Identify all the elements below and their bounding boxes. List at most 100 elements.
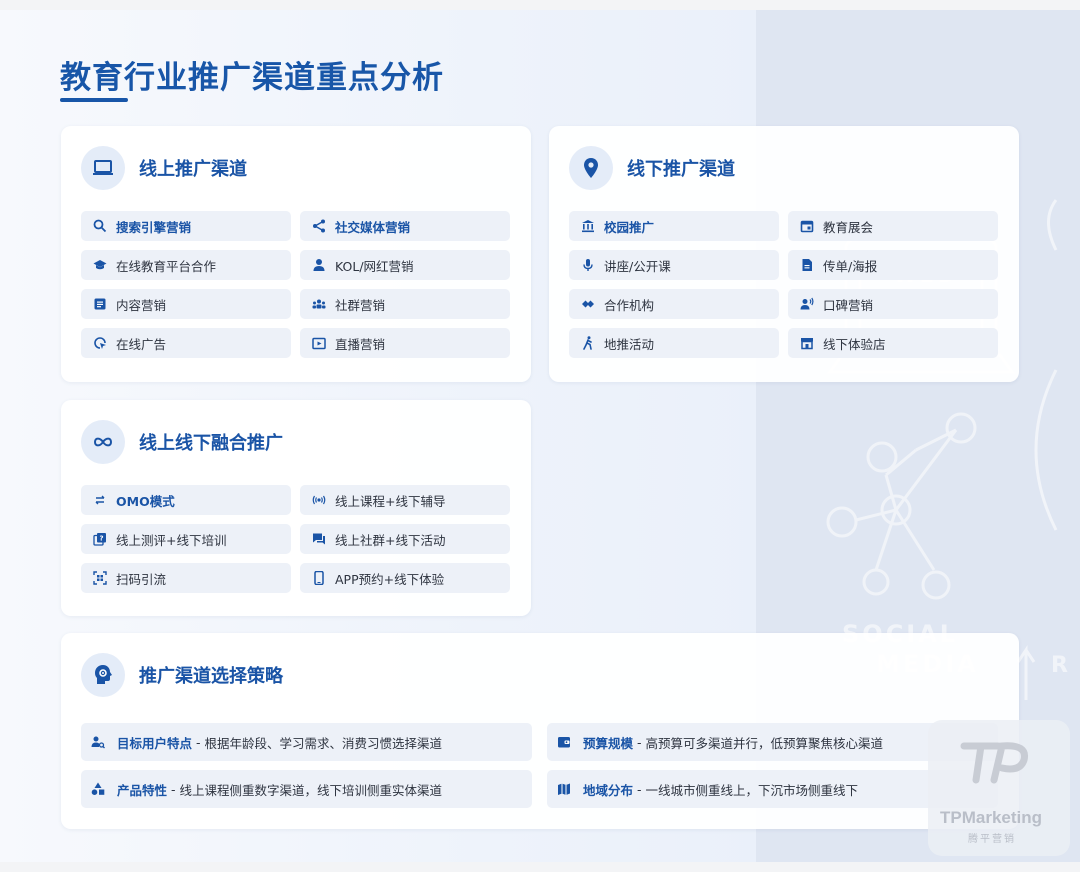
watermark-brand: TPMarketing (940, 808, 1043, 827)
live-play-icon (312, 336, 326, 350)
qr-scan-icon (93, 571, 107, 585)
channel-online-ads: 在线广告 (81, 328, 291, 358)
smartphone-icon (312, 571, 326, 585)
item-label: 线上课程+线下辅导 (335, 493, 446, 509)
location-pin-icon (569, 146, 613, 190)
tp-logo-icon (960, 742, 1029, 784)
strategy-separator: - (637, 734, 642, 750)
item-label: 合作机构 (604, 297, 655, 313)
channel-lecture: 讲座/公开课 (569, 250, 779, 280)
card-title: 线上推广渠道 (139, 159, 247, 180)
item-label: 线上社群+线下活动 (335, 532, 446, 548)
microphone-icon (581, 258, 595, 272)
watermark-cn: 腾平营销 (968, 834, 1016, 845)
item-label: KOL/网红营销 (335, 258, 414, 274)
strategy-separator: - (637, 781, 642, 797)
item-label: 线上测评+线下培训 (116, 532, 227, 548)
strategy-desc: 根据年龄段、学习需求、消费习惯选择渠道 (204, 735, 443, 751)
omo-course-tutoring: 线上课程+线下辅导 (300, 485, 510, 515)
strategy-key: 产品特性 (117, 782, 168, 798)
map-icon (557, 782, 571, 796)
group-icon (312, 297, 326, 311)
handshake-icon (581, 297, 595, 311)
omo-app-booking: APP预约+线下体验 (300, 563, 510, 593)
strategy-key: 预算规模 (583, 735, 634, 751)
omo-community-events: 线上社群+线下活动 (300, 524, 510, 554)
item-label: 地推活动 (604, 336, 655, 352)
article-icon (93, 297, 107, 311)
strategy-card: 推广渠道选择策略 目标用户特点 - 根据年龄段、学习需求、消费习惯选择渠道 预算规模… (61, 633, 1019, 829)
strategy-desc: 线上课程侧重数字渠道，线下培训侧重实体渠道 (179, 782, 443, 798)
channel-partner: 合作机构 (569, 289, 779, 319)
broadcast-icon (312, 493, 326, 507)
brain-gear-icon (81, 653, 125, 697)
channel-search-engine: 搜索引擎营销 (81, 211, 291, 241)
online-channels-card: 线上推广渠道 搜索引擎营销 社交媒体营销 在线教育平台合作 KOL/网红营销 内… (61, 126, 531, 382)
event-calendar-icon (800, 219, 814, 233)
strategy-key: 地域分布 (583, 782, 634, 798)
category-icon (91, 782, 105, 796)
channel-campus: 校园推广 (569, 211, 779, 241)
document-icon (800, 258, 814, 272)
item-label: 直播营销 (335, 336, 386, 352)
strategy-target-users: 目标用户特点 - 根据年龄段、学习需求、消费习惯选择渠道 (81, 723, 532, 761)
laptop-icon (81, 146, 125, 190)
item-label: 内容营销 (116, 297, 167, 313)
item-label: 传单/海报 (823, 258, 878, 274)
omo-card: 线上线下融合推广 OMO模式 线上课程+线下辅导 ? 线上测评+线下培训 线上社群… (61, 400, 531, 616)
strategy-desc: 高预算可多渠道并行，低预算聚焦核心渠道 (645, 735, 884, 751)
channel-edu-fair: 教育展会 (788, 211, 998, 241)
omo-assessment-training: ? 线上测评+线下培训 (81, 524, 291, 554)
channel-word-of-mouth: 口碑营销 (788, 289, 998, 319)
channel-live: 直播营销 (300, 328, 510, 358)
item-label: 讲座/公开课 (604, 258, 671, 274)
quiz-icon: ? (93, 532, 107, 546)
card-title: 线下推广渠道 (627, 159, 735, 180)
channel-social-media: 社交媒体营销 (300, 211, 510, 241)
strategy-separator: - (196, 734, 201, 750)
item-label: 线下体验店 (823, 336, 886, 352)
item-label: 社交媒体营销 (335, 219, 411, 235)
chat-bubbles-icon (312, 532, 326, 546)
wallet-icon (557, 735, 571, 749)
user-search-icon (91, 735, 105, 749)
item-label: 口碑营销 (823, 297, 874, 313)
infinity-icon (81, 420, 125, 464)
page-title: 教育行业推广渠道重点分析 (60, 60, 444, 96)
channel-community: 社群营销 (300, 289, 510, 319)
title-underline (60, 98, 128, 102)
item-label: 教育展会 (823, 219, 874, 235)
item-label: 在线广告 (116, 336, 167, 352)
person-icon (312, 258, 326, 272)
search-icon (93, 219, 107, 233)
swap-arrows-icon (93, 493, 107, 507)
page: WEB SOCIAL MEDIA R 教育行业推广渠道重点分析 线上推广渠道 搜… (0, 10, 1080, 862)
channel-ground-promo: 地推活动 (569, 328, 779, 358)
item-label: 搜索引擎营销 (116, 219, 192, 235)
strategy-desc: 一线城市侧重线上，下沉市场侧重线下 (645, 782, 859, 798)
offline-channels-card: 线下推广渠道 校园推广 教育展会 讲座/公开课 传单/海报 合作机构 口碑营销 … (549, 126, 1019, 382)
channel-experience-store: 线下体验店 (788, 328, 998, 358)
graduation-cap-icon (93, 258, 107, 272)
svg-text:?: ? (99, 535, 103, 543)
walking-icon (581, 336, 595, 350)
store-icon (800, 336, 814, 350)
omo-mode: OMO模式 (81, 485, 291, 515)
channel-online-platform: 在线教育平台合作 (81, 250, 291, 280)
share-icon (312, 219, 326, 233)
card-title: 线上线下融合推广 (139, 433, 283, 454)
channel-flyer: 传单/海报 (788, 250, 998, 280)
institution-icon (581, 219, 595, 233)
channel-kol: KOL/网红营销 (300, 250, 510, 280)
item-label: 社群营销 (335, 297, 386, 313)
item-label: OMO模式 (116, 493, 175, 509)
item-label: 校园推广 (604, 219, 655, 235)
strategy-key: 目标用户特点 (117, 735, 193, 751)
card-title: 推广渠道选择策略 (139, 666, 283, 687)
item-label: APP预约+线下体验 (335, 571, 445, 587)
item-label: 在线教育平台合作 (116, 258, 217, 274)
item-label: 扫码引流 (116, 571, 167, 587)
channel-content: 内容营销 (81, 289, 291, 319)
ad-click-icon (93, 336, 107, 350)
speaking-person-icon (800, 297, 814, 311)
